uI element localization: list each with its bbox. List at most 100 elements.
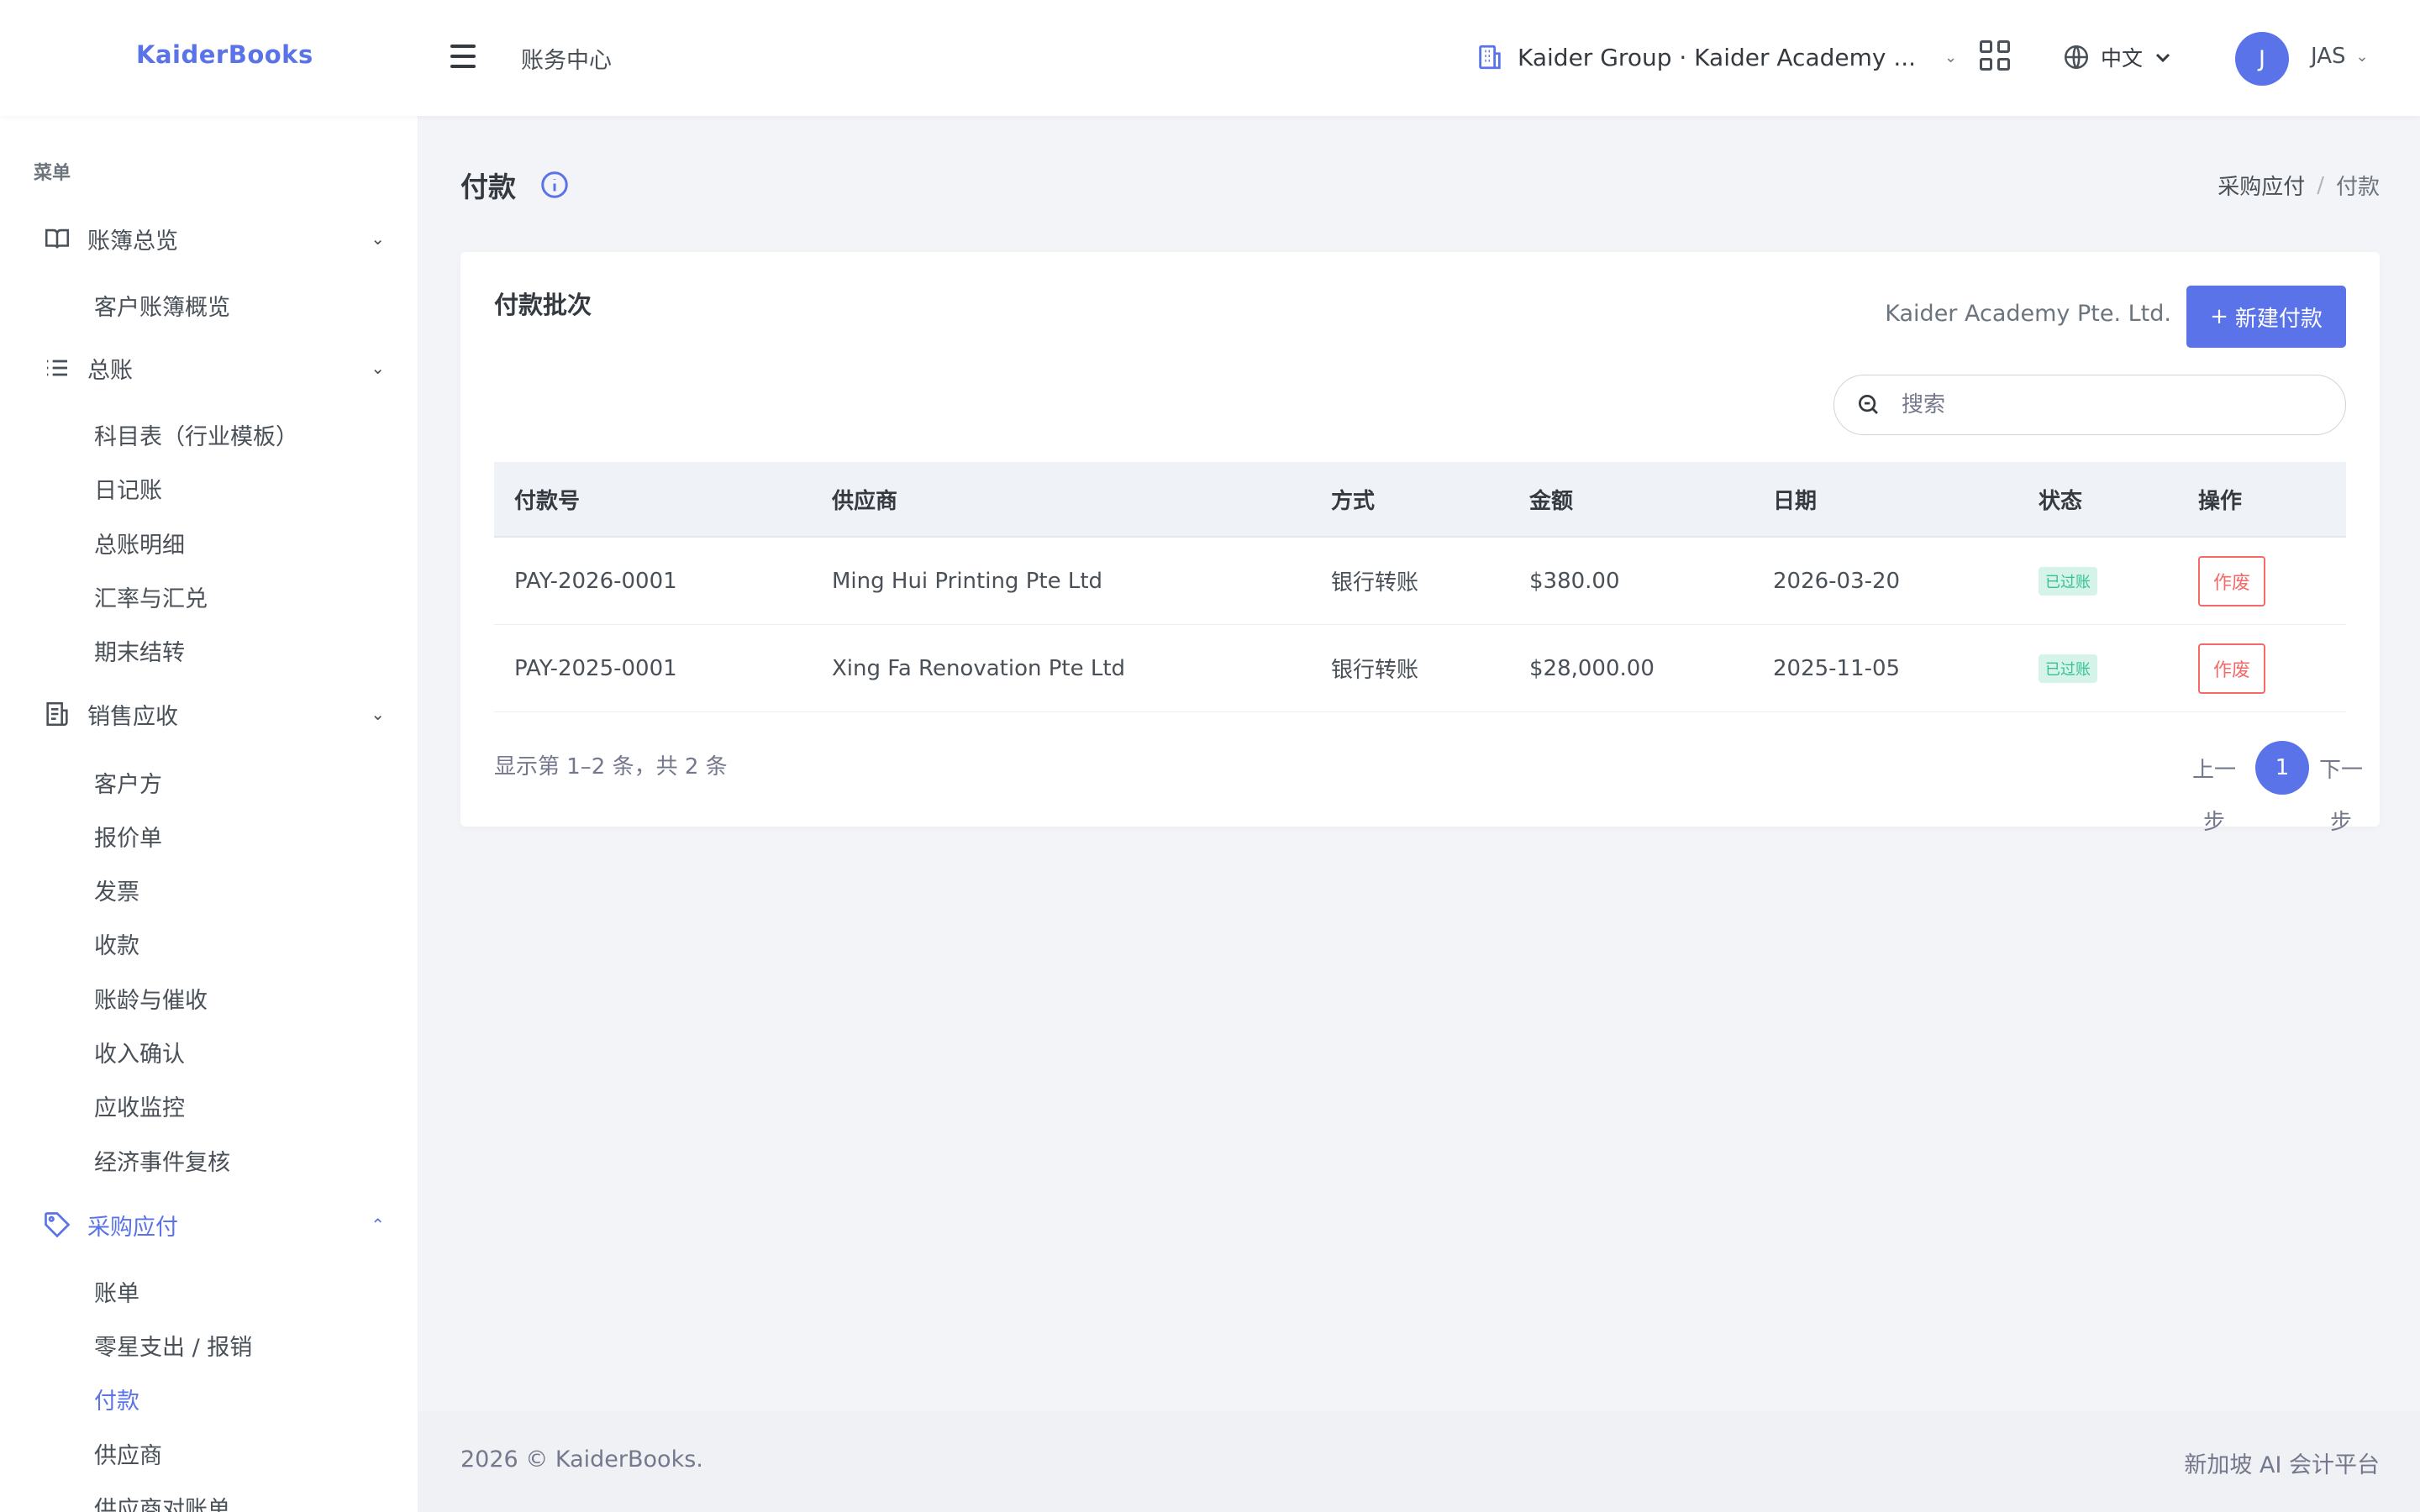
breadcrumb-separator: / (2317, 172, 2324, 198)
column-header-method[interactable]: 方式 (1331, 484, 1375, 515)
payment-method: 银行转账 (1331, 658, 1419, 683)
avatar[interactable]: J (2235, 32, 2289, 86)
search-icon (1859, 395, 1878, 414)
void-button[interactable]: 作废 (2198, 643, 2266, 694)
payment-date: 2025-11-05 (1773, 655, 1901, 681)
table-row[interactable]: PAY-2025-0001 Xing Fa Renovation Pte Ltd… (494, 625, 2346, 712)
apps-grid-icon[interactable] (1980, 40, 2010, 71)
sidebar-item-journal[interactable]: 日记账 (94, 472, 162, 505)
footer-copyright: 2026 © KaiderBooks. (460, 1446, 703, 1473)
sidebar-item-period-close[interactable]: 期末结转 (94, 634, 185, 667)
column-header-amount[interactable]: 金额 (1529, 484, 1573, 515)
vendor-name: Xing Fa Renovation Pte Ltd (832, 655, 1126, 681)
card-title: 付款批次 (494, 291, 592, 319)
status-badge: 已过账 (2039, 566, 2097, 596)
sidebar-group-general-ledger[interactable]: 总账 ⌄ (40, 346, 385, 390)
payment-amount: $380.00 (1529, 568, 1620, 594)
chevron-down-icon: ⌄ (371, 228, 385, 249)
sidebar-group-label: 采购应付 (87, 1214, 178, 1241)
apps-grid-cell (1980, 40, 1992, 53)
footer-tagline: 新加坡 AI 会计平台 (2184, 1452, 2380, 1478)
sidebar-item-receipts[interactable]: 收款 (94, 927, 139, 960)
sidebar-group-ledger-overview[interactable]: 账簿总览 ⌄ (40, 217, 385, 260)
entity-name: Kaider Academy Pte. Ltd. (1885, 301, 2171, 327)
pagination-summary: 显示第 1–2 条，共 2 条 (494, 754, 728, 780)
column-header-actions: 操作 (2198, 488, 2243, 514)
sidebar-item-payments[interactable]: 付款 (94, 1383, 139, 1415)
chevron-up-icon: ⌃ (371, 1215, 385, 1235)
sidebar-group-label: 账簿总览 (87, 228, 178, 255)
sidebar-item-ar-monitor[interactable]: 应收监控 (94, 1089, 185, 1122)
sidebar-group-sales-receivables[interactable]: 销售应收 ⌄ (40, 692, 385, 736)
sidebar-item-vendors[interactable]: 供应商 (94, 1437, 162, 1470)
payments-card: 付款批次 Kaider Academy Pte. Ltd. + 新建付款 付款号… (460, 252, 2380, 835)
new-payment-button[interactable]: + 新建付款 (2186, 286, 2346, 348)
payment-method: 银行转账 (1331, 570, 1419, 596)
info-icon[interactable] (539, 170, 570, 200)
sidebar-item-customers[interactable]: 客户方 (94, 766, 162, 799)
language-label: 中文 (2101, 46, 2144, 71)
sidebar-item-aging[interactable]: 账龄与催收 (94, 982, 208, 1015)
header-page-label: 账务中心 (521, 48, 612, 74)
status-badge-label: 已过账 (2039, 654, 2097, 683)
sidebar-item-expenses[interactable]: 零星支出 / 报销 (94, 1329, 252, 1362)
sidebar-group-label: 销售应收 (87, 703, 178, 730)
chevron-down-icon: ⌄ (371, 704, 385, 724)
search-box (1833, 375, 2346, 435)
sidebar-item-chart-of-accounts[interactable]: 科目表（行业模板） (94, 418, 298, 451)
void-button-wrap: 作废 (2198, 555, 2266, 606)
receipt-icon (40, 697, 74, 731)
menu-title: 菜单 (34, 163, 71, 184)
void-button-wrap: 作废 (2198, 643, 2266, 694)
payment-no[interactable]: PAY-2025-0001 (514, 656, 677, 681)
chevron-down-icon: ⌄ (2355, 47, 2369, 66)
sidebar-item-invoices[interactable]: 发票 (94, 874, 139, 906)
pagination-next-button[interactable]: 下一步 (2317, 744, 2365, 848)
pagination-page-1[interactable]: 1 (2255, 741, 2309, 795)
hamburger-line (450, 55, 476, 58)
breadcrumb-item-purchases[interactable]: 采购应付 (2217, 170, 2305, 201)
status-badge: 已过账 (2039, 654, 2097, 683)
org-name: Kaider Group · Kaider Academy ... (1518, 43, 1917, 71)
sidebar-group-label: 总账 (87, 357, 133, 384)
table-row[interactable]: PAY-2026-0001 Ming Hui Printing Pte Ltd … (494, 538, 2346, 625)
payments-table: 付款号 供应商 方式 金额 日期 状态 操作 PAY-2026-0001 Min… (494, 462, 2346, 712)
list-icon (40, 351, 74, 385)
vendor-name: Ming Hui Printing Pte Ltd (832, 568, 1103, 594)
sidebar-item-revenue-recognition[interactable]: 收入确认 (94, 1036, 185, 1068)
status-badge-label: 已过账 (2039, 566, 2097, 596)
column-header-status[interactable]: 状态 (2039, 484, 2082, 515)
chevron-down-icon: ⌄ (1944, 48, 1958, 66)
language-switcher[interactable]: 中文 (2062, 40, 2173, 74)
column-header-date[interactable]: 日期 (1773, 484, 1817, 515)
tag-icon (40, 1208, 74, 1242)
sidebar-item-bills[interactable]: 账单 (94, 1275, 139, 1308)
building-icon (1479, 45, 1501, 70)
chevron-down-icon (2155, 53, 2170, 63)
payment-date: 2026-03-20 (1773, 568, 1901, 594)
apps-grid-cell (1997, 58, 2010, 71)
sidebar-item-gl-detail[interactable]: 总账明细 (94, 527, 185, 559)
footer: 2026 © KaiderBooks. 新加坡 AI 会计平台 (418, 1411, 2420, 1512)
column-header-payment-no[interactable]: 付款号 (514, 484, 580, 515)
book-open-icon (40, 222, 74, 255)
sidebar-item-event-review[interactable]: 经济事件复核 (94, 1144, 230, 1177)
sidebar-item-quotes[interactable]: 报价单 (94, 820, 162, 853)
sidebar-item-client-ledger-overview[interactable]: 客户账簿概览 (94, 289, 230, 322)
search-input[interactable] (1902, 392, 2322, 417)
apps-grid-cell (1997, 40, 2010, 53)
chevron-down-icon: ⌄ (371, 358, 385, 378)
payment-no[interactable]: PAY-2026-0001 (514, 569, 677, 594)
hamburger-line (450, 45, 476, 48)
void-button[interactable]: 作废 (2198, 555, 2266, 606)
sidebar-group-purchases-payables[interactable]: 采购应付 ⌃ (40, 1203, 385, 1247)
app-logo[interactable]: KaiderBooks (136, 40, 313, 69)
sidebar: 菜单 账簿总览 ⌄ 客户账簿概览 总账 ⌄ 科目表（行业模板） 日记账 总账明细… (0, 116, 418, 1512)
pagination-prev-button[interactable]: 上一步 (2191, 744, 2238, 848)
sidebar-item-fx[interactable]: 汇率与汇兑 (94, 580, 208, 613)
user-menu[interactable]: JAS ⌄ (2311, 44, 2369, 69)
org-switcher[interactable]: Kaider Group · Kaider Academy ... ⌄ (1476, 37, 1957, 77)
sidebar-item-vendor-statements[interactable]: 供应商对账单 (94, 1491, 230, 1512)
menu-toggle-button[interactable] (449, 42, 477, 71)
column-header-vendor[interactable]: 供应商 (832, 484, 897, 515)
